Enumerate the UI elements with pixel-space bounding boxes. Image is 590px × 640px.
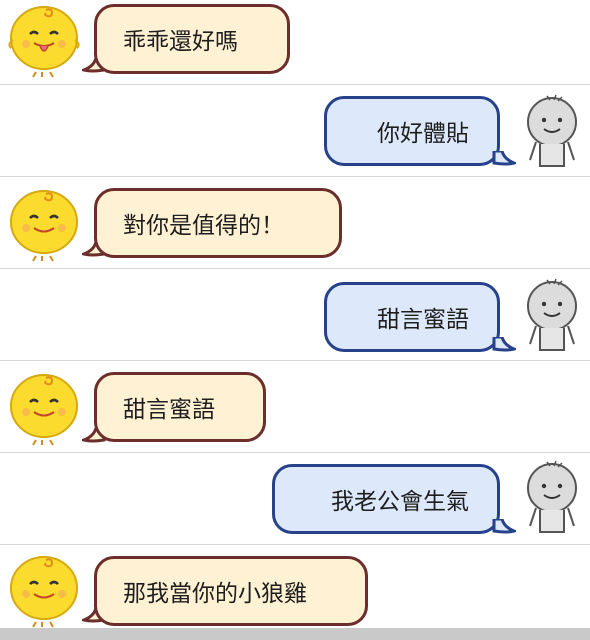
message-text: 甜言蜜語: [377, 307, 469, 333]
message-text: 你好體貼: [377, 121, 469, 147]
user-avatar-icon: [527, 460, 577, 533]
user-message-bubble[interactable]: 甜言蜜語: [324, 282, 500, 352]
bot-message-bubble[interactable]: 那我當你的小狼雞: [94, 556, 368, 626]
message-divider: [0, 452, 590, 453]
message-divider: [0, 544, 590, 545]
bot-message-bubble[interactable]: 甜言蜜語: [94, 372, 266, 442]
message-divider: [0, 268, 590, 269]
simsimi-tongue-out-icon: [8, 6, 80, 78]
message-text: 甜言蜜語: [123, 397, 215, 423]
simsimi-smile-icon: [10, 556, 78, 628]
chat-conversation[interactable]: 乖乖還好嗎 你好體貼 對你是值得的！ 甜言蜜語 甜言蜜語 我老公會生氣 那我當你…: [0, 0, 590, 640]
user-avatar-icon: [527, 278, 577, 351]
message-text: 乖乖還好嗎: [123, 29, 238, 55]
input-bar-edge: [0, 628, 590, 640]
simsimi-smile-icon: [10, 190, 78, 262]
message-text: 我老公會生氣: [331, 489, 469, 515]
bot-message-bubble[interactable]: 對你是值得的！: [94, 188, 342, 258]
user-message-bubble[interactable]: 我老公會生氣: [272, 464, 500, 534]
simsimi-smile-icon: [10, 374, 78, 446]
user-avatar-icon: [527, 94, 577, 167]
user-message-bubble[interactable]: 你好體貼: [324, 96, 500, 166]
message-divider: [0, 176, 590, 177]
message-text: 對你是值得的！: [123, 213, 284, 239]
message-text: 那我當你的小狼雞: [123, 581, 307, 607]
message-divider: [0, 84, 590, 85]
message-divider: [0, 360, 590, 361]
bot-message-bubble[interactable]: 乖乖還好嗎: [94, 4, 290, 74]
